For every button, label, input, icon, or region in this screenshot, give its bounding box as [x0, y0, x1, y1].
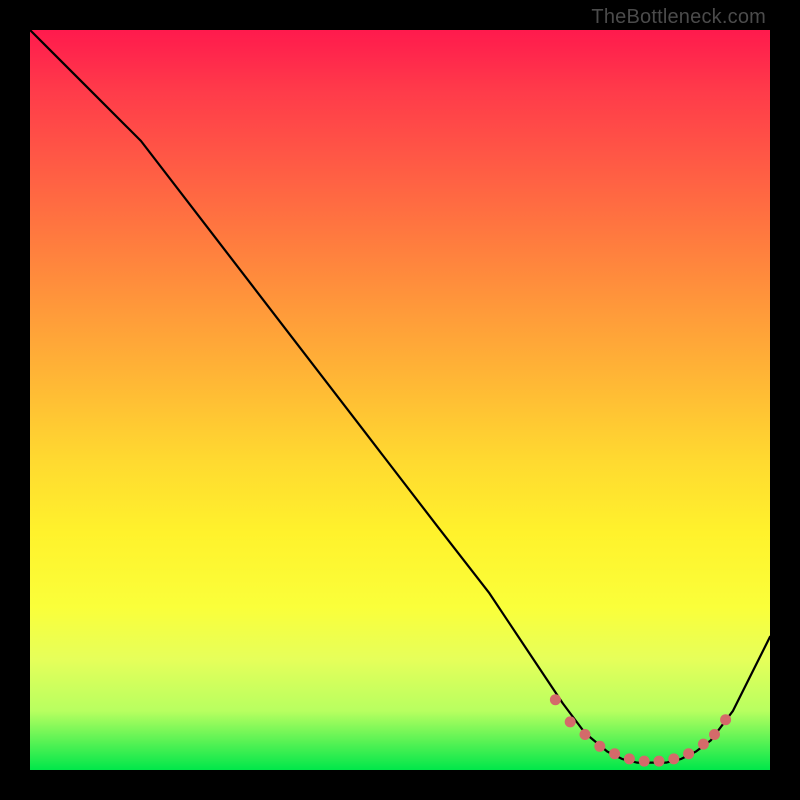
marker-dot [609, 748, 620, 759]
marker-dot [683, 748, 694, 759]
plot-area [30, 30, 770, 770]
marker-dot [624, 753, 635, 764]
marker-dot [720, 714, 731, 725]
marker-dot [550, 694, 561, 705]
watermark-text: TheBottleneck.com [591, 6, 766, 29]
marker-dot [668, 753, 679, 764]
optimal-range-markers [550, 694, 731, 766]
marker-dot [580, 729, 591, 740]
chart-frame: TheBottleneck.com [0, 0, 800, 800]
marker-dot [639, 756, 650, 767]
marker-dot [565, 716, 576, 727]
marker-dot [709, 729, 720, 740]
marker-dot [698, 739, 709, 750]
chart-svg [30, 30, 770, 770]
bottleneck-curve [30, 30, 770, 763]
marker-dot [594, 741, 605, 752]
marker-dot [654, 756, 665, 767]
